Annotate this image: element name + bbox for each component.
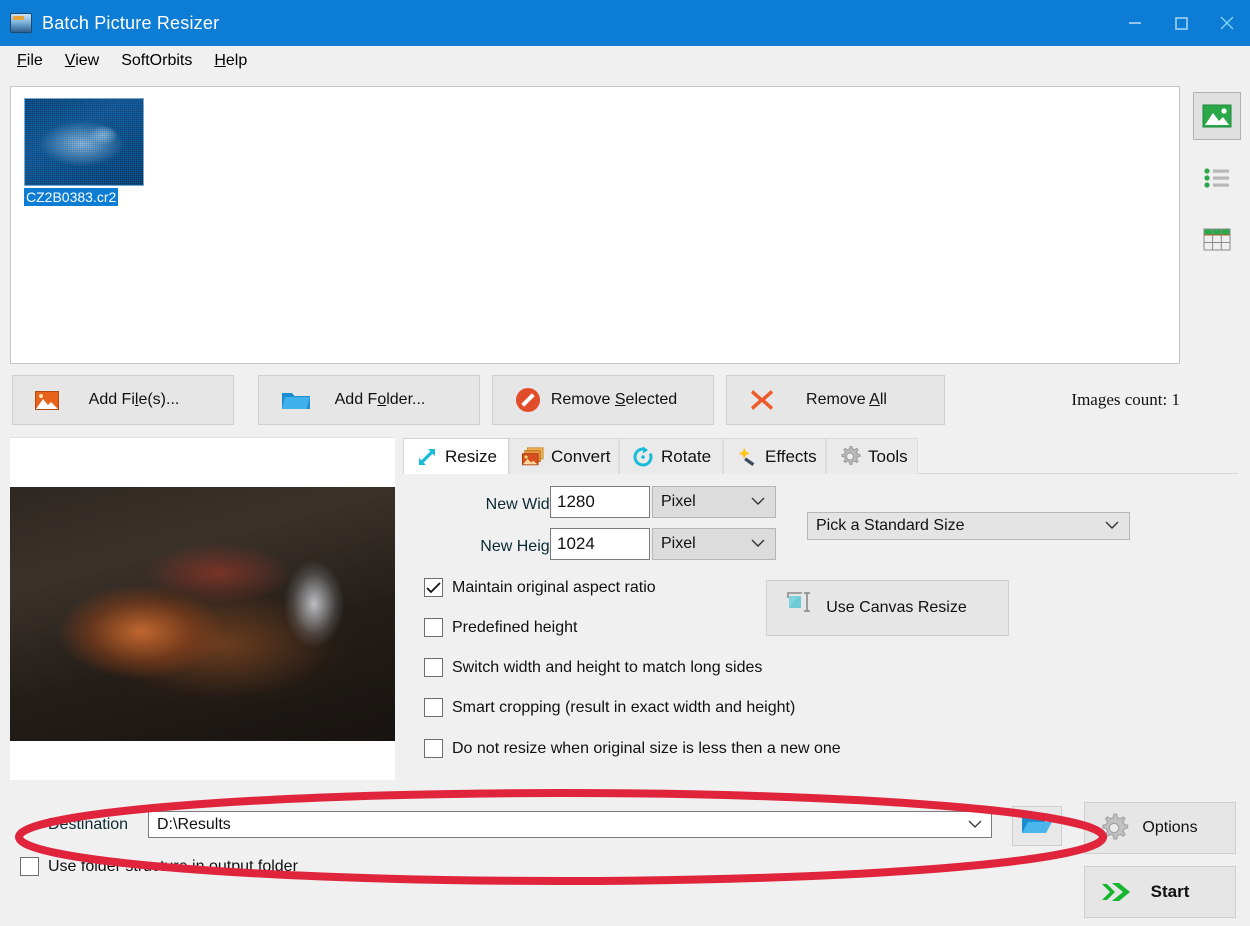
checkbox-label: Maintain original aspect ratio: [452, 578, 656, 596]
folder-icon: [281, 389, 311, 411]
new-width-unit-value: Pixel: [661, 493, 696, 510]
new-height-unit-value: Pixel: [661, 535, 696, 552]
close-icon[interactable]: [1204, 0, 1250, 46]
new-height-input[interactable]: [550, 528, 650, 560]
minimize-icon[interactable]: [1112, 0, 1158, 46]
file-list-panel[interactable]: CZ2B0383.cr2: [10, 86, 1180, 364]
open-folder-icon: [1021, 811, 1053, 842]
checkbox-predefined-height[interactable]: Predefined height: [424, 618, 577, 637]
red-x-icon: [749, 387, 775, 413]
image-icon: [35, 390, 59, 410]
tab-tools-label: Tools: [868, 446, 908, 466]
chevron-down-icon[interactable]: [968, 816, 982, 834]
browse-folder-button[interactable]: [1012, 806, 1062, 846]
options-button[interactable]: Options: [1084, 802, 1236, 854]
checkbox-label: Switch width and height to match long si…: [452, 658, 763, 676]
convert-images-icon: [522, 446, 544, 468]
bottom-bar: [0, 780, 1250, 926]
use-canvas-resize-button[interactable]: Use Canvas Resize: [766, 580, 1009, 636]
checkbox-smart-cropping[interactable]: Smart cropping (result in exact width an…: [424, 698, 795, 717]
window-title: Batch Picture Resizer: [42, 12, 220, 33]
checkbox-box[interactable]: [424, 618, 443, 637]
remove-selected-button[interactable]: Remove Selected: [492, 375, 714, 425]
thumbnail-filename[interactable]: CZ2B0383.cr2: [24, 188, 119, 206]
menu-item-help[interactable]: Help: [205, 50, 256, 72]
destination-value: D:\Results: [157, 815, 231, 833]
menu-item-file[interactable]: File: [8, 50, 52, 72]
tab-effects-label: Effects: [765, 446, 817, 466]
new-width-unit-select[interactable]: Pixel: [652, 486, 776, 518]
chevron-down-icon: [1105, 517, 1119, 535]
view-mode-bar: [1193, 92, 1241, 264]
tab-resize[interactable]: Resize: [403, 438, 509, 474]
tab-convert-label: Convert: [551, 446, 611, 466]
images-count-label: Images count: 1: [1071, 390, 1180, 409]
maximize-icon[interactable]: [1158, 0, 1204, 46]
remove-all-button[interactable]: Remove All: [726, 375, 945, 425]
magic-wand-icon: [736, 446, 758, 468]
new-width-label: New Width: [485, 496, 563, 513]
add-folder-button[interactable]: Add Folder...: [258, 375, 480, 425]
checkbox-label: Use folder structure in output folder: [48, 857, 298, 875]
menu-item-view[interactable]: View: [56, 50, 108, 72]
chevron-down-icon: [751, 535, 765, 553]
tab-rotate-label: Rotate: [661, 446, 712, 466]
checkbox-use-folder-structure[interactable]: Use folder structure in output folder: [20, 857, 298, 876]
tab-effects[interactable]: Effects: [723, 438, 826, 474]
tab-rotate[interactable]: Rotate: [619, 438, 723, 474]
menu-bar: File View SoftOrbits Help: [0, 46, 1250, 76]
checkbox-maintain-aspect-ratio[interactable]: Maintain original aspect ratio: [424, 578, 656, 597]
window-controls: [1112, 0, 1250, 46]
file-actions-toolbar: Add File(s)... Add Folder... Remove Sele…: [12, 375, 1238, 425]
tab-tools[interactable]: Tools: [826, 438, 918, 474]
title-bar: Batch Picture Resizer: [0, 0, 1250, 46]
green-double-arrow-icon: [1099, 879, 1133, 905]
checkbox-box[interactable]: [424, 698, 443, 717]
list-view-icon[interactable]: [1193, 154, 1241, 202]
app-picture-icon: [10, 13, 32, 33]
standard-size-value: Pick a Standard Size: [816, 517, 965, 534]
gear-icon: [1099, 813, 1129, 843]
canvas-resize-icon: [785, 590, 815, 627]
thumbnail-view-icon[interactable]: [1193, 92, 1241, 140]
add-files-button[interactable]: Add File(s)...: [12, 375, 234, 425]
preview-image: [10, 487, 395, 741]
preview-panel: [10, 437, 395, 780]
new-width-input[interactable]: [550, 486, 650, 518]
gear-icon: [839, 445, 861, 468]
details-view-icon[interactable]: [1193, 216, 1241, 264]
tab-resize-label: Resize: [445, 446, 497, 466]
checkbox-box[interactable]: [424, 739, 443, 758]
checkbox-do-not-resize[interactable]: Do not resize when original size is less…: [424, 739, 841, 758]
no-entry-icon: [515, 387, 541, 413]
tab-bar: Resize Convert Rotate Effects Tools: [403, 438, 1238, 474]
checkbox-box[interactable]: [424, 578, 443, 597]
thumbnail-image[interactable]: [24, 98, 144, 186]
tab-convert[interactable]: Convert: [509, 438, 619, 474]
menu-item-softorbits[interactable]: SoftOrbits: [112, 50, 201, 72]
list-item[interactable]: CZ2B0383.cr2: [24, 98, 146, 207]
destination-label: Destination: [48, 816, 129, 833]
checkbox-label: Predefined height: [452, 618, 578, 636]
checkbox-label: Smart cropping (result in exact width an…: [452, 698, 796, 716]
resize-arrows-icon: [416, 446, 438, 468]
checkbox-box[interactable]: [424, 658, 443, 677]
rotate-icon: [632, 446, 654, 468]
checkbox-switch-width-height[interactable]: Switch width and height to match long si…: [424, 658, 762, 677]
new-height-unit-select[interactable]: Pixel: [652, 528, 776, 560]
new-height-label: New Height: [480, 538, 563, 555]
destination-input[interactable]: D:\Results: [148, 811, 992, 838]
start-button[interactable]: Start: [1084, 866, 1236, 918]
checkbox-box[interactable]: [20, 857, 39, 876]
checkbox-label: Do not resize when original size is less…: [452, 739, 841, 757]
chevron-down-icon: [751, 493, 765, 511]
standard-size-select[interactable]: Pick a Standard Size: [807, 512, 1130, 540]
